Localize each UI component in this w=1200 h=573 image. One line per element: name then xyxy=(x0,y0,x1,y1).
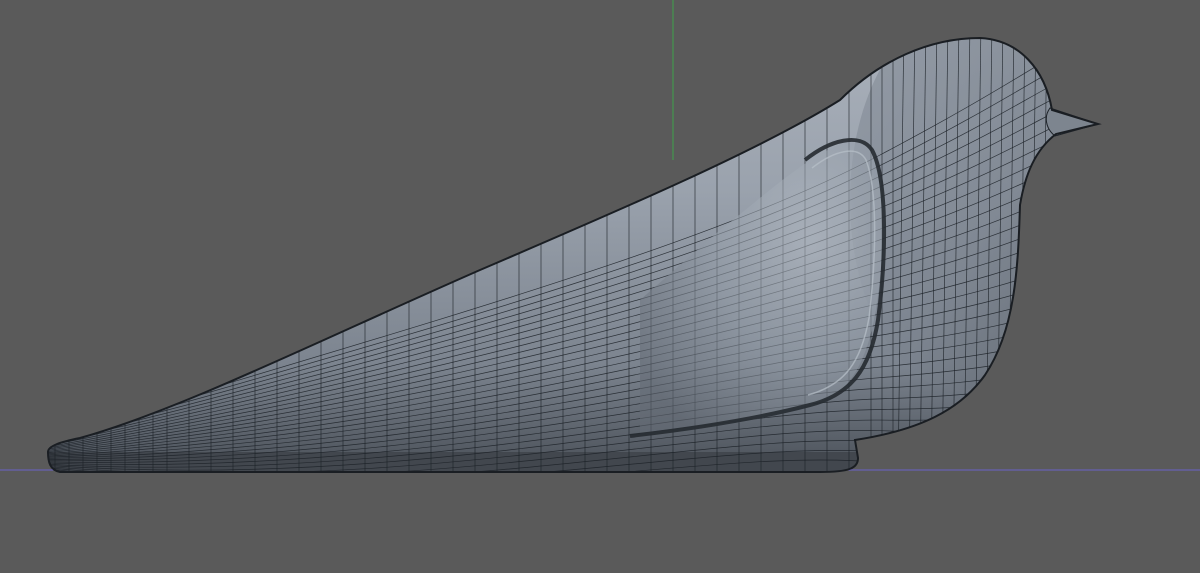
viewport-canvas xyxy=(0,0,1200,490)
wire-vertical xyxy=(1084,38,1092,472)
wire-vertical xyxy=(1062,38,1070,472)
bird-model[interactable] xyxy=(40,10,1110,490)
3d-viewport[interactable] xyxy=(0,0,1200,573)
wire-vertical xyxy=(1073,38,1081,472)
wire-vertical xyxy=(1051,38,1059,472)
